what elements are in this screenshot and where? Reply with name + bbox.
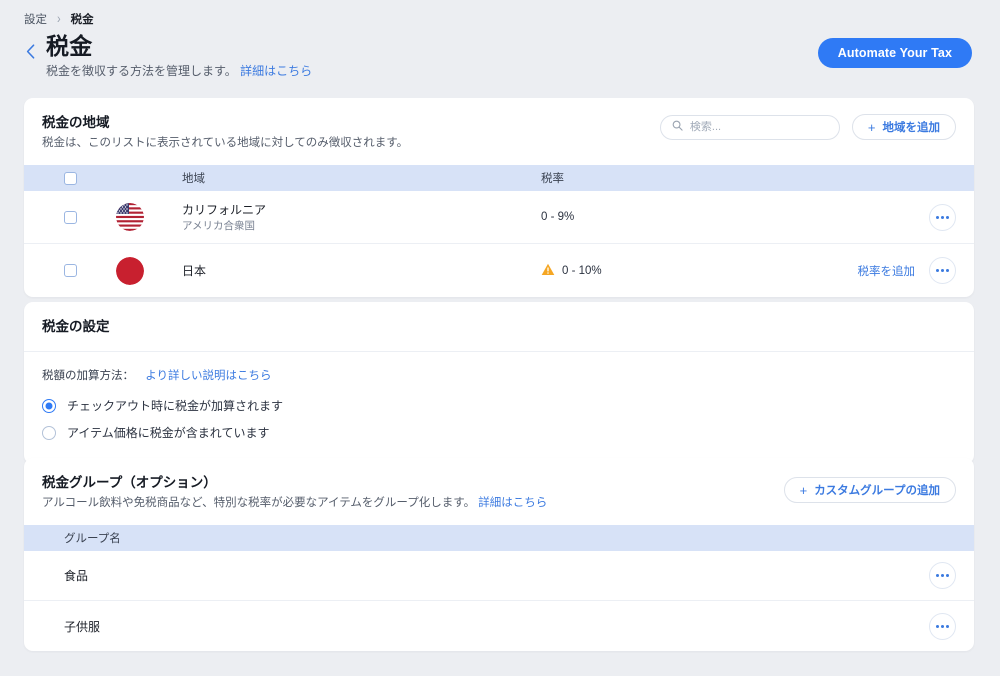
breadcrumb-current-tax: 税金 bbox=[71, 11, 94, 27]
tax-method-learn-more-link[interactable]: より詳しい説明はこちら bbox=[145, 370, 271, 382]
tax-settings-card: 税金の設定 税額の加算方法： より詳しい説明はこちら チェックアウト時に税金が加… bbox=[24, 302, 974, 464]
radio-option-added-at-checkout[interactable]: チェックアウト時に税金が加算されます bbox=[42, 392, 956, 419]
page-header: 税金 税金を徴収する方法を管理します。 詳細はこちら Automate Your… bbox=[0, 28, 1000, 90]
group-name: 食品 bbox=[64, 567, 88, 584]
more-options-icon[interactable] bbox=[929, 204, 956, 231]
page-subtitle-text: 税金を徴収する方法を管理します。 bbox=[46, 64, 237, 78]
column-header-rate: 税率 bbox=[541, 170, 564, 186]
radio-label: チェックアウト時に税金が加算されます bbox=[67, 397, 283, 414]
tax-regions-title: 税金の地域 bbox=[42, 113, 408, 132]
table-row[interactable]: カリフォルニア アメリカ合衆国 0 - 9% bbox=[24, 191, 974, 244]
row-actions bbox=[929, 562, 956, 589]
tax-groups-subtitle: アルコール飲料や免税商品など、特別な税率が必要なアイテムをグループ化します。 詳… bbox=[42, 496, 547, 511]
region-name: 日本 bbox=[182, 263, 206, 279]
regions-table-header: 地域 税率 bbox=[24, 165, 974, 191]
page-title: 税金 bbox=[46, 32, 312, 60]
rate-value: 0 - 10% bbox=[562, 265, 602, 277]
search-icon bbox=[672, 118, 683, 136]
row-checkbox[interactable] bbox=[64, 264, 77, 277]
row-actions bbox=[929, 613, 956, 640]
more-options-icon[interactable] bbox=[929, 613, 956, 640]
plus-icon: + bbox=[868, 121, 876, 134]
region-country: アメリカ合衆国 bbox=[182, 219, 266, 233]
column-header-group-name: グループ名 bbox=[64, 530, 121, 546]
tax-regions-card: 税金の地域 税金は、このリストに表示されている地域に対してのみ徴収されます。 +… bbox=[24, 98, 974, 297]
tax-method-label-text: 税額の加算方法： bbox=[42, 370, 134, 382]
back-button[interactable] bbox=[20, 38, 40, 64]
tax-settings-title: 税金の設定 bbox=[42, 317, 110, 336]
tax-groups-card: 税金グループ（オプション） アルコール飲料や免税商品など、特別な税率が必要なアイ… bbox=[24, 458, 974, 651]
radio-option-included-in-price[interactable]: アイテム価格に税金が含まれています bbox=[42, 419, 956, 446]
tax-regions-subtitle: 税金は、このリストに表示されている地域に対してのみ徴収されます。 bbox=[42, 136, 408, 151]
tax-groups-learn-more-link[interactable]: 詳細はこちら bbox=[478, 497, 547, 509]
region-cell: カリフォルニア アメリカ合衆国 bbox=[182, 202, 266, 233]
row-actions: 税率を追加 bbox=[858, 257, 957, 284]
column-header-region: 地域 bbox=[182, 170, 205, 186]
breadcrumb-link-settings[interactable]: 設定 bbox=[24, 11, 47, 27]
tax-method-label: 税額の加算方法： より詳しい説明はこちら bbox=[42, 367, 956, 383]
region-name: カリフォルニア bbox=[182, 202, 266, 218]
groups-table-header: グループ名 bbox=[24, 525, 974, 551]
more-options-icon[interactable] bbox=[929, 257, 956, 284]
chevron-left-icon bbox=[26, 44, 35, 59]
list-item[interactable]: 子供服 bbox=[24, 601, 974, 651]
tax-groups-header: 税金グループ（オプション） アルコール飲料や免税商品など、特別な税率が必要なアイ… bbox=[24, 458, 974, 525]
group-name: 子供服 bbox=[64, 618, 100, 635]
automate-your-tax-button[interactable]: Automate Your Tax bbox=[818, 38, 972, 68]
tax-groups-title: 税金グループ（オプション） bbox=[42, 473, 547, 492]
radio-label: アイテム価格に税金が含まれています bbox=[67, 424, 269, 441]
add-region-button[interactable]: + 地域を追加 bbox=[852, 114, 956, 140]
more-options-icon[interactable] bbox=[929, 562, 956, 589]
table-row[interactable]: 日本 0 - 10% 税率を追加 bbox=[24, 244, 974, 297]
search-input[interactable] bbox=[690, 121, 828, 133]
tax-settings-header: 税金の設定 bbox=[24, 302, 974, 351]
add-custom-group-label: カスタムグループの追加 bbox=[814, 482, 940, 498]
list-item[interactable]: 食品 bbox=[24, 551, 974, 601]
select-all-checkbox[interactable] bbox=[64, 172, 77, 185]
rate-cell: 0 - 9% bbox=[541, 211, 574, 223]
row-actions bbox=[929, 204, 956, 231]
tax-regions-header: 税金の地域 税金は、このリストに表示されている地域に対してのみ徴収されます。 +… bbox=[24, 98, 974, 165]
radio-icon-selected[interactable] bbox=[42, 399, 56, 413]
plus-icon: + bbox=[800, 484, 808, 497]
us-flag-icon bbox=[116, 203, 144, 231]
breadcrumb-separator-icon: › bbox=[57, 12, 61, 27]
learn-more-link[interactable]: 詳細はこちら bbox=[240, 64, 312, 78]
rate-cell: 0 - 10% bbox=[541, 263, 602, 279]
tax-regions-actions: + 地域を追加 bbox=[660, 114, 956, 140]
rate-value: 0 - 9% bbox=[541, 211, 574, 223]
tax-settings-body: 税額の加算方法： より詳しい説明はこちら チェックアウト時に税金が加算されます … bbox=[24, 352, 974, 464]
jp-flag-icon bbox=[116, 257, 144, 285]
tax-groups-subtitle-text: アルコール飲料や免税商品など、特別な税率が必要なアイテムをグループ化します。 bbox=[42, 497, 475, 509]
radio-icon-unselected[interactable] bbox=[42, 426, 56, 440]
breadcrumb: 設定 › 税金 bbox=[0, 0, 1000, 28]
add-region-label: 地域を追加 bbox=[883, 119, 941, 135]
tax-groups-actions: + カスタムグループの追加 bbox=[784, 477, 956, 503]
add-custom-group-button[interactable]: + カスタムグループの追加 bbox=[784, 477, 956, 503]
row-checkbox[interactable] bbox=[64, 211, 77, 224]
add-rate-button[interactable]: 税率を追加 bbox=[858, 263, 916, 279]
warning-triangle-icon bbox=[541, 263, 555, 279]
region-cell: 日本 bbox=[182, 263, 206, 279]
page-subtitle: 税金を徴収する方法を管理します。 詳細はこちら bbox=[46, 63, 312, 79]
search-box[interactable] bbox=[660, 115, 840, 140]
